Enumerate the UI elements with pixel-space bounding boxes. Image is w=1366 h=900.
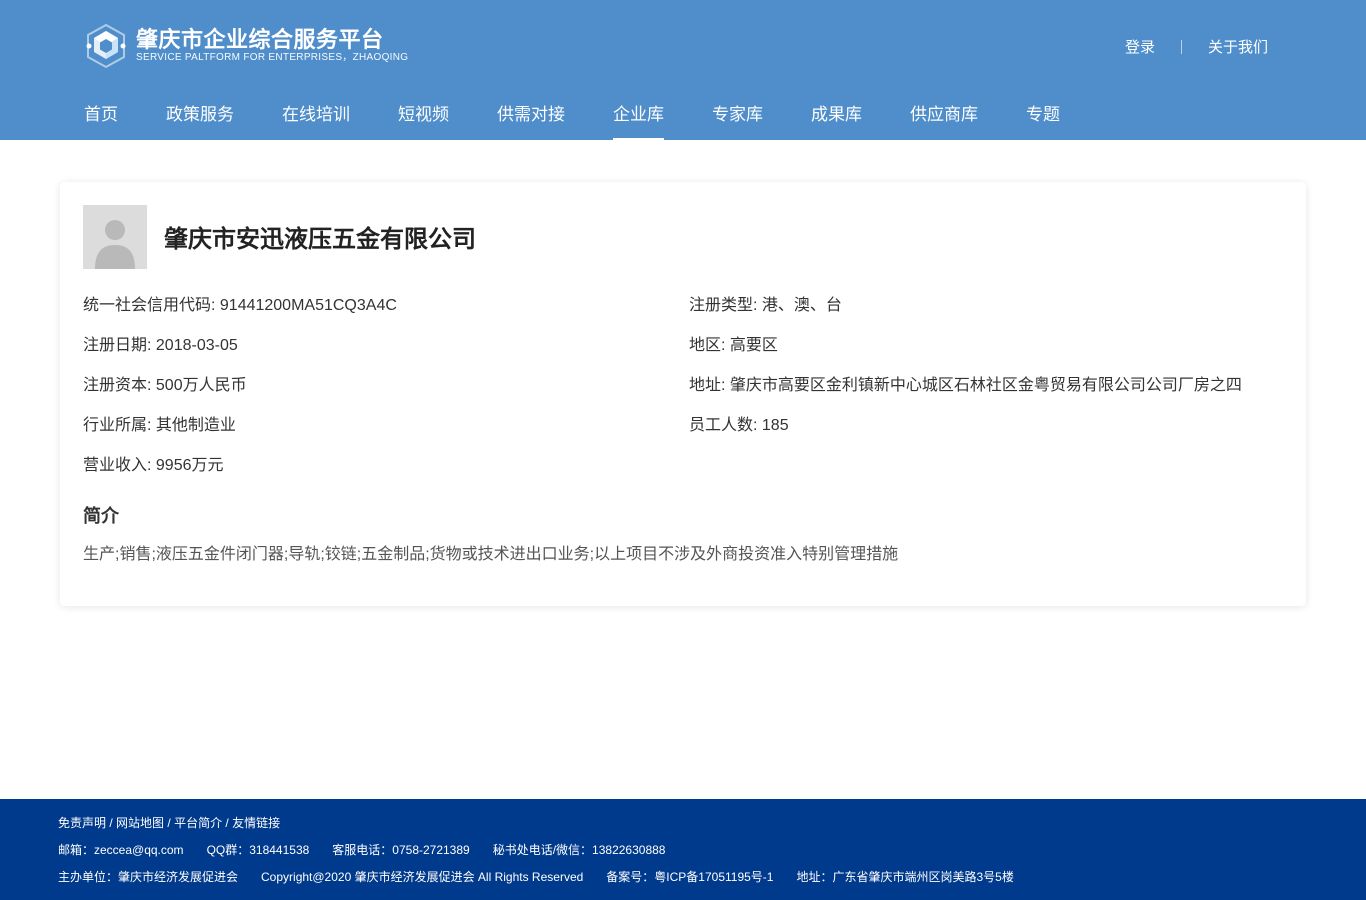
registration-date: 注册日期: 2018-03-05 — [83, 337, 238, 354]
nav-item-home[interactable]: 首页 — [84, 94, 118, 140]
company-detail-card: 肇庆市安迅液压五金有限公司 统一社会信用代码: 91441200MA51CQ3A… — [60, 182, 1306, 606]
footer-link-about[interactable]: 平台简介 — [174, 815, 222, 831]
footer-icp[interactable]: 备案号：粤ICP备17051195号-1 — [606, 869, 773, 885]
footer-links: 免责声明 / 网站地图 / 平台简介 / 友情链接 — [58, 815, 280, 831]
footer-secretary: 秘书处电话/微信：13822630888 — [492, 843, 666, 857]
logo-title: 肇庆市企业综合服务平台 — [136, 27, 384, 52]
nav-item-enterprise[interactable]: 企业库 — [613, 94, 664, 141]
footer-contact: 邮箱：zeccea@qq.com QQ群：318441538 客服电话：0758… — [58, 842, 665, 858]
footer-link-separator: / — [222, 816, 233, 830]
intro-text: 生产;销售;液压五金件闭门器;导轨;铰链;五金制品;货物或技术进出口业务;以上项… — [83, 546, 899, 563]
nav-item-video[interactable]: 短视频 — [398, 94, 449, 140]
registration-type: 注册类型: 港、澳、台 — [689, 297, 842, 314]
top-links-divider — [1180, 39, 1182, 54]
site-header: 肇庆市企业综合服务平台 SERVICE PALTFORM FOR ENTERPR… — [0, 0, 1366, 141]
site-footer: 免责声明 / 网站地图 / 平台简介 / 友情链接 邮箱：zeccea@qq.c… — [0, 799, 1366, 900]
revenue: 营业收入: 9956万元 — [83, 457, 224, 474]
footer-link-separator: / — [106, 816, 117, 830]
logo-subtitle: SERVICE PALTFORM FOR ENTERPRISES，ZHAOQIN… — [136, 52, 409, 63]
hexagon-logo-icon — [86, 23, 126, 69]
company-avatar — [83, 205, 147, 269]
employee-count: 员工人数: 185 — [689, 417, 789, 434]
about-link[interactable]: 关于我们 — [1208, 36, 1268, 57]
footer-address: 地址：广东省肇庆市端州区岗美路3号5楼 — [796, 870, 1014, 884]
region: 地区: 高要区 — [689, 337, 778, 354]
logo-text: 肇庆市企业综合服务平台 SERVICE PALTFORM FOR ENTERPR… — [136, 28, 408, 64]
footer-copyright: Copyright@2020 肇庆市经济发展促进会 All Rights Res… — [261, 870, 584, 884]
footer-phone: 客服电话：0758-2721389 — [332, 843, 470, 857]
company-address: 地址: 肇庆市高要区金利镇新中心城区石林社区金粤贸易有限公司公司厂房之四 — [689, 377, 1242, 394]
nav-item-experts[interactable]: 专家库 — [712, 94, 763, 140]
nav-item-training[interactable]: 在线培训 — [282, 94, 350, 140]
nav-item-achievements[interactable]: 成果库 — [811, 94, 862, 140]
nav-item-policy[interactable]: 政策服务 — [166, 94, 234, 140]
footer-email: 邮箱：zeccea@qq.com — [58, 843, 184, 857]
credit-code: 统一社会信用代码: 91441200MA51CQ3A4C — [83, 297, 397, 314]
industry: 行业所属: 其他制造业 — [83, 417, 236, 434]
footer-link-disclaimer[interactable]: 免责声明 — [58, 815, 106, 831]
footer-link-friends[interactable]: 友情链接 — [232, 815, 280, 831]
footer-qq: QQ群：318441538 — [206, 843, 310, 857]
footer-sponsor: 主办单位：肇庆市经济发展促进会 — [58, 870, 239, 884]
nav-item-suppliers[interactable]: 供应商库 — [910, 94, 978, 140]
login-link[interactable]: 登录 — [1125, 36, 1155, 57]
top-links: 登录 关于我们 — [1125, 36, 1268, 57]
main-nav: 首页 政策服务 在线培训 短视频 供需对接 企业库 专家库 成果库 供应商库 专… — [84, 94, 1108, 141]
nav-item-supply-demand[interactable]: 供需对接 — [497, 94, 565, 140]
user-placeholder-icon — [83, 205, 147, 269]
footer-link-separator: / — [164, 816, 175, 830]
footer-link-sitemap[interactable]: 网站地图 — [116, 815, 164, 831]
nav-item-topics[interactable]: 专题 — [1026, 94, 1060, 140]
footer-info: 主办单位：肇庆市经济发展促进会 Copyright@2020 肇庆市经济发展促进… — [58, 869, 1014, 885]
site-logo[interactable]: 肇庆市企业综合服务平台 SERVICE PALTFORM FOR ENTERPR… — [84, 22, 408, 70]
registered-capital: 注册资本: 500万人民币 — [83, 377, 247, 394]
intro-heading: 简介 — [83, 506, 119, 526]
company-name: 肇庆市安迅液压五金有限公司 — [164, 226, 476, 253]
